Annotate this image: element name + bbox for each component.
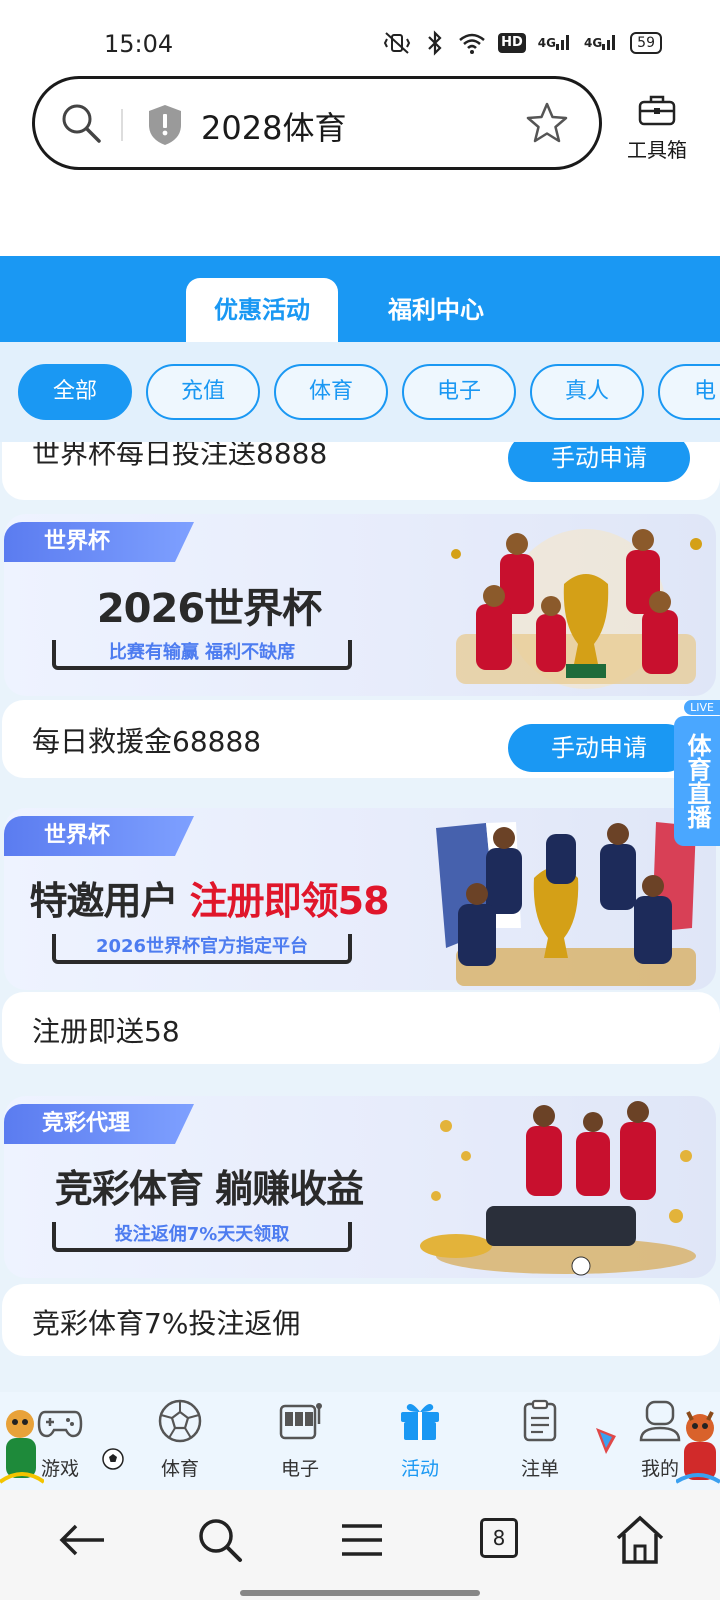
- address-bar[interactable]: 2028体育: [32, 76, 602, 170]
- tab-welfare-center[interactable]: 福利中心: [360, 278, 512, 342]
- banner-subtitle: 比赛有输赢 福利不缺席: [52, 640, 352, 670]
- banner-tag: 竞彩代理: [4, 1104, 194, 1144]
- live-sports-badge[interactable]: LIVE 体育直播: [670, 700, 720, 848]
- nav-label: 活动: [400, 1458, 439, 1480]
- mascot-right-icon: [676, 1411, 720, 1484]
- apply-button[interactable]: 手动申请: [508, 442, 690, 482]
- world-cup-trophy-art: [451, 529, 702, 689]
- promo-title: 注册即送58: [32, 1015, 180, 1048]
- promo-banner[interactable]: 世界杯 特邀用户 注册即领58 2026世界杯官方指定平台: [4, 808, 716, 990]
- nav-label: 电子: [280, 1458, 319, 1480]
- banner-subtitle: 2026世界杯官方指定平台: [52, 934, 352, 964]
- signal-4g-icon-2: 4G: [584, 30, 618, 56]
- nav-label: 体育: [160, 1458, 199, 1480]
- toolbox-icon: [638, 95, 676, 126]
- wifi-icon: [459, 33, 485, 54]
- banner-tag: 世界杯: [4, 816, 194, 856]
- filter-electronic-2[interactable]: 电: [658, 364, 720, 420]
- signal-4g-icon-1: 4G: [538, 30, 572, 56]
- promo-card[interactable]: 每日救援金68888 手动申请: [2, 700, 720, 778]
- filter-electronic[interactable]: 电子: [402, 364, 516, 420]
- nav-label: 注单: [520, 1458, 559, 1480]
- promo-card[interactable]: 竞彩体育7%投注返佣: [2, 1284, 720, 1356]
- banner-headline: 2026世界杯: [96, 586, 322, 632]
- battery-icon: 59: [630, 32, 662, 54]
- hd-icon: HD: [498, 33, 526, 53]
- bottom-nav: 游戏 体育 电子 活动 注单 我的: [0, 1392, 720, 1490]
- promo-tab-header: 优惠活动 福利中心: [0, 256, 720, 342]
- vibrate-icon: [383, 32, 411, 54]
- gift-icon: [401, 1404, 439, 1440]
- tab-promotions[interactable]: 优惠活动: [186, 278, 338, 342]
- address-text[interactable]: 2028体育: [201, 103, 346, 149]
- filter-live[interactable]: 真人: [530, 364, 644, 420]
- promo-card[interactable]: 注册即送58: [2, 992, 720, 1064]
- slot-machine-icon: [279, 1403, 322, 1440]
- promo-title: 竞彩体育7%投注返佣: [32, 1307, 301, 1340]
- toolbox-button[interactable]: 工具箱: [612, 92, 702, 163]
- soccer-ball-icon: [158, 1399, 202, 1443]
- clipboard-icon: [523, 1399, 557, 1442]
- menu-icon[interactable]: [332, 1510, 392, 1570]
- system-nav-bar: 8: [0, 1490, 720, 1600]
- search-icon[interactable]: [59, 101, 103, 145]
- banner-subtitle: 投注返佣7%天天领取: [52, 1222, 352, 1252]
- liverpool-players-art: [420, 1101, 696, 1276]
- banner-headline: 竞彩体育 躺赚收益: [54, 1167, 364, 1211]
- nav-orders[interactable]: 注单: [492, 1398, 588, 1481]
- shield-icon[interactable]: [145, 103, 185, 147]
- live-label: LIVE: [684, 700, 720, 715]
- nav-electronic[interactable]: 电子: [252, 1398, 348, 1481]
- back-arrow-icon[interactable]: [52, 1510, 112, 1570]
- toolbox-label: 工具箱: [627, 138, 687, 162]
- bluetooth-icon: [428, 30, 442, 56]
- status-time: 15:04: [104, 30, 174, 58]
- filter-sports[interactable]: 体育: [274, 364, 388, 420]
- promo-list[interactable]: 世界杯每日投注送8888 手动申请 世界杯 2026世界杯 比赛有输赢 福利不缺…: [0, 442, 720, 1392]
- nav-activities[interactable]: 活动: [372, 1398, 468, 1481]
- status-bar: 15:04 HD 4G 4G 59: [0, 0, 720, 70]
- tab-count-button[interactable]: 8: [480, 1518, 518, 1558]
- banner-tag: 世界杯: [4, 522, 194, 562]
- home-icon[interactable]: [610, 1510, 670, 1570]
- promo-title: 每日救援金68888: [32, 725, 262, 758]
- star-icon[interactable]: [525, 101, 569, 145]
- banner-headline: 特邀用户 注册即领58: [29, 879, 389, 923]
- world-cup-players-art: [436, 822, 696, 986]
- nav-label: 游戏: [40, 1458, 79, 1480]
- status-icons: HD 4G 4G 59: [382, 30, 662, 56]
- promo-banner[interactable]: 世界杯 2026世界杯 比赛有输赢 福利不缺席: [4, 514, 716, 696]
- promo-title: 世界杯每日投注送8888: [32, 442, 328, 470]
- filter-deposit[interactable]: 充值: [146, 364, 260, 420]
- live-sports-label: 体育直播: [674, 716, 720, 846]
- nav-games[interactable]: 游戏: [12, 1398, 108, 1481]
- search-icon[interactable]: [190, 1510, 250, 1570]
- gamepad-icon: [37, 1410, 83, 1438]
- search-divider: [121, 109, 123, 141]
- promo-card[interactable]: 世界杯每日投注送8888 手动申请: [2, 442, 720, 500]
- filter-all[interactable]: 全部: [18, 364, 132, 420]
- nav-sports[interactable]: 体育: [132, 1398, 228, 1481]
- soccer-ball-small-icon: [102, 1448, 124, 1470]
- promo-banner[interactable]: 竞彩代理 竞彩体育 躺赚收益 投注返佣7%天天领取: [4, 1096, 716, 1278]
- apply-button[interactable]: 手动申请: [508, 724, 690, 772]
- filter-bar: 全部 充值 体育 电子 真人 电: [0, 342, 720, 442]
- home-indicator[interactable]: [240, 1590, 480, 1596]
